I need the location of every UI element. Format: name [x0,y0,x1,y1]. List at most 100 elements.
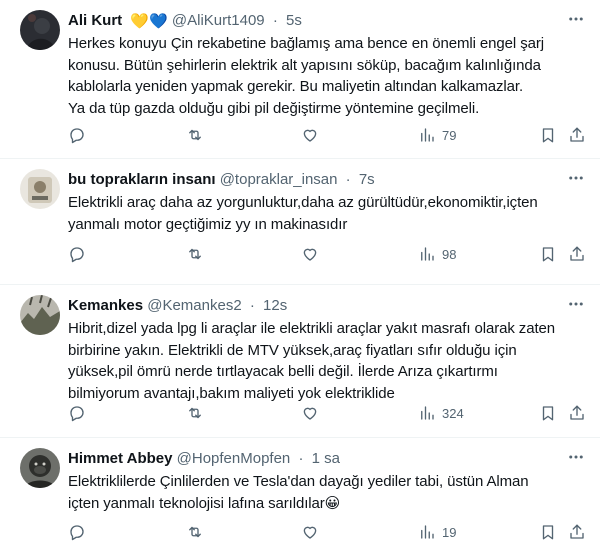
avatar-photo-icon [20,169,60,209]
tweet-header: Kemankes @Kemankes2 · 12s [68,296,560,316]
user-handle[interactable]: @HopfenMopfen [177,450,291,467]
share-button[interactable] [568,521,586,543]
share-button[interactable] [568,124,586,146]
retweet-icon [189,526,201,538]
share-button[interactable] [568,402,586,424]
tweet-actions: 98 [68,243,588,265]
views-button[interactable]: 324 [418,402,464,424]
tweet-text: Hibrit,dizel yada lpg li araçlar ile ele… [68,320,555,402]
heart-icon [303,407,317,420]
more-options-button[interactable] [566,168,586,188]
tweet-text: Herkes konuyu Çin rekabetine bağlamış am… [68,35,544,117]
views-icon [421,525,434,539]
user-handle[interactable]: @Kemankes2 [147,297,241,314]
timestamp[interactable]: 7s [359,171,375,188]
display-name[interactable]: Kemankes [68,297,143,314]
more-icon [569,176,583,180]
separator-dot: · [272,12,278,29]
more-icon [569,17,583,21]
reply-icon [70,128,84,144]
tweet[interactable]: bu toprakların insanı @topraklar_insan ·… [0,159,600,285]
views-icon [421,406,434,420]
display-name[interactable]: Ali Kurt [68,12,122,29]
views-count: 324 [442,405,464,421]
views-count: 79 [442,127,457,143]
share-button[interactable] [568,243,586,265]
reply-icon [70,406,84,422]
timestamp[interactable]: 12s [263,297,287,314]
like-button[interactable] [301,124,319,146]
reply-button[interactable] [68,521,86,543]
views-count: 19 [442,524,457,540]
tweet[interactable]: Ali Kurt 💛💙 @AliKurt1409 · 5s Herkes kon… [0,0,600,159]
views-button[interactable]: 19 [418,521,456,543]
views-icon [421,128,434,142]
display-name[interactable]: bu toprakların insanı [68,171,216,188]
tweet-actions: 79 [68,124,588,146]
views-button[interactable]: 79 [418,124,456,146]
avatar[interactable] [20,10,60,50]
separator-dot: · [298,450,304,467]
reply-feed: Ali Kurt 💛💙 @AliKurt1409 · 5s Herkes kon… [0,0,600,545]
views-count: 98 [442,246,457,262]
tweet-header: bu toprakların insanı @topraklar_insan ·… [68,170,560,190]
retweet-button[interactable] [186,521,204,543]
heart-icon [303,129,317,142]
avatar-photo-icon [20,10,60,50]
tweet[interactable]: Kemankes @Kemankes2 · 12s Hibrit,dizel y… [0,285,600,438]
tweet-text: Elektriklilerde Çinlilerden ve Tesla'dan… [68,473,529,512]
bookmark-button[interactable] [539,124,557,146]
bookmark-button[interactable] [539,521,557,543]
bookmark-button[interactable] [539,402,557,424]
separator-dot: · [249,297,255,314]
tweet[interactable]: Himmet Abbey @HopfenMopfen · 1 sa Elektr… [0,438,600,545]
timestamp[interactable]: 5s [286,12,302,29]
retweet-icon [189,407,201,419]
bookmark-button[interactable] [539,243,557,265]
display-name[interactable]: Himmet Abbey [68,450,172,467]
more-icon [569,455,583,459]
reply-button[interactable] [68,402,86,424]
timestamp[interactable]: 1 sa [312,450,340,467]
tweet-header: Himmet Abbey @HopfenMopfen · 1 sa [68,449,560,469]
reply-icon [70,247,84,263]
separator-dot: · [345,171,351,188]
more-options-button[interactable] [566,294,586,314]
like-button[interactable] [301,521,319,543]
bookmark-icon [542,525,554,540]
share-icon [570,405,584,420]
heart-emojis: 💛💙 [130,13,168,30]
share-icon [570,127,584,142]
tweet-actions: 19 [68,521,588,543]
retweet-icon [189,129,201,141]
avatar[interactable] [20,295,60,335]
tweet-header: Ali Kurt 💛💙 @AliKurt1409 · 5s [68,11,560,32]
bookmark-icon [542,406,554,421]
more-options-button[interactable] [566,447,586,467]
tweet-actions: 324 [68,402,588,424]
retweet-button[interactable] [186,124,204,146]
like-button[interactable] [301,243,319,265]
retweet-button[interactable] [186,402,204,424]
heart-icon [303,526,317,539]
retweet-button[interactable] [186,243,204,265]
avatar-photo-icon [20,295,60,335]
reply-icon [70,525,84,541]
reply-button[interactable] [68,124,86,146]
views-icon [421,247,434,261]
share-icon [570,524,584,539]
avatar[interactable] [20,448,60,488]
user-handle[interactable]: @topraklar_insan [220,171,338,188]
reply-button[interactable] [68,243,86,265]
like-button[interactable] [301,402,319,424]
heart-icon [303,248,317,261]
more-icon [569,302,583,306]
more-options-button[interactable] [566,9,586,29]
tweet-text: Elektrikli araç daha az yorgunluktur,dah… [68,194,538,233]
avatar-photo-icon [20,448,60,488]
avatar[interactable] [20,169,60,209]
bookmark-icon [542,247,554,262]
views-button[interactable]: 98 [418,243,456,265]
user-handle[interactable]: @AliKurt1409 [172,12,265,29]
share-icon [570,246,584,261]
